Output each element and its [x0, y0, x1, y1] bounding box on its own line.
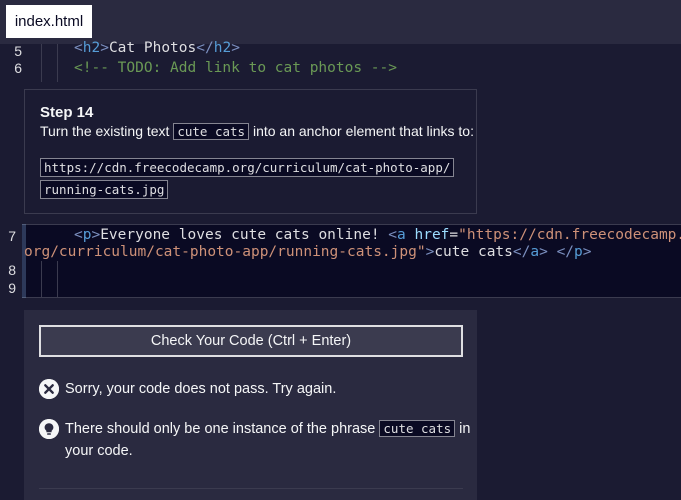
error-message: Sorry, your code does not pass. Try agai…	[39, 378, 463, 400]
code-line-7-wrap[interactable]: org/curriculum/cat-photo-app/running-cat…	[24, 244, 592, 261]
step-description-panel: Step 14 Turn the existing text cute cats…	[24, 89, 477, 214]
panel-divider	[39, 488, 463, 489]
step-instruction: Turn the existing text cute cats into an…	[40, 123, 474, 140]
indent-guide	[57, 261, 58, 298]
line-number: 6	[14, 60, 22, 76]
editor-tab-bar: index.html	[0, 0, 681, 44]
editable-region-marker	[22, 224, 26, 298]
tab-index-html[interactable]: index.html	[6, 5, 92, 38]
check-code-button[interactable]: Check Your Code (Ctrl + Enter)	[39, 325, 463, 357]
editable-region-border	[22, 297, 681, 298]
code-line-6[interactable]: <!-- TODO: Add link to cat photos -->	[74, 60, 397, 77]
code-line-5[interactable]: <h2>Cat Photos</h2>	[74, 40, 240, 57]
line-number: 5	[14, 43, 22, 59]
line-number: 8	[8, 262, 16, 278]
url-code-line-2: running-cats.jpg	[40, 180, 169, 199]
line-number: 9	[8, 280, 16, 296]
hint-message: There should only be one instance of the…	[39, 418, 470, 464]
test-results-panel: Check Your Code (Ctrl + Enter) Sorry, yo…	[24, 310, 477, 500]
code-line-7[interactable]: <p>Everyone loves cute cats online! <a h…	[74, 227, 681, 244]
editable-region-border	[22, 224, 681, 225]
step-title: Step 14	[40, 104, 94, 121]
indent-guide	[57, 44, 58, 82]
url-code-line-1: https://cdn.freecodecamp.org/curriculum/…	[40, 158, 455, 177]
indent-guide	[41, 261, 42, 298]
inline-code: cute cats	[173, 123, 250, 140]
lightbulb-icon	[39, 419, 59, 439]
line-number: 7	[8, 228, 16, 244]
indent-guide	[41, 44, 42, 82]
inline-code: cute cats	[379, 420, 456, 437]
x-circle-icon	[39, 379, 59, 399]
